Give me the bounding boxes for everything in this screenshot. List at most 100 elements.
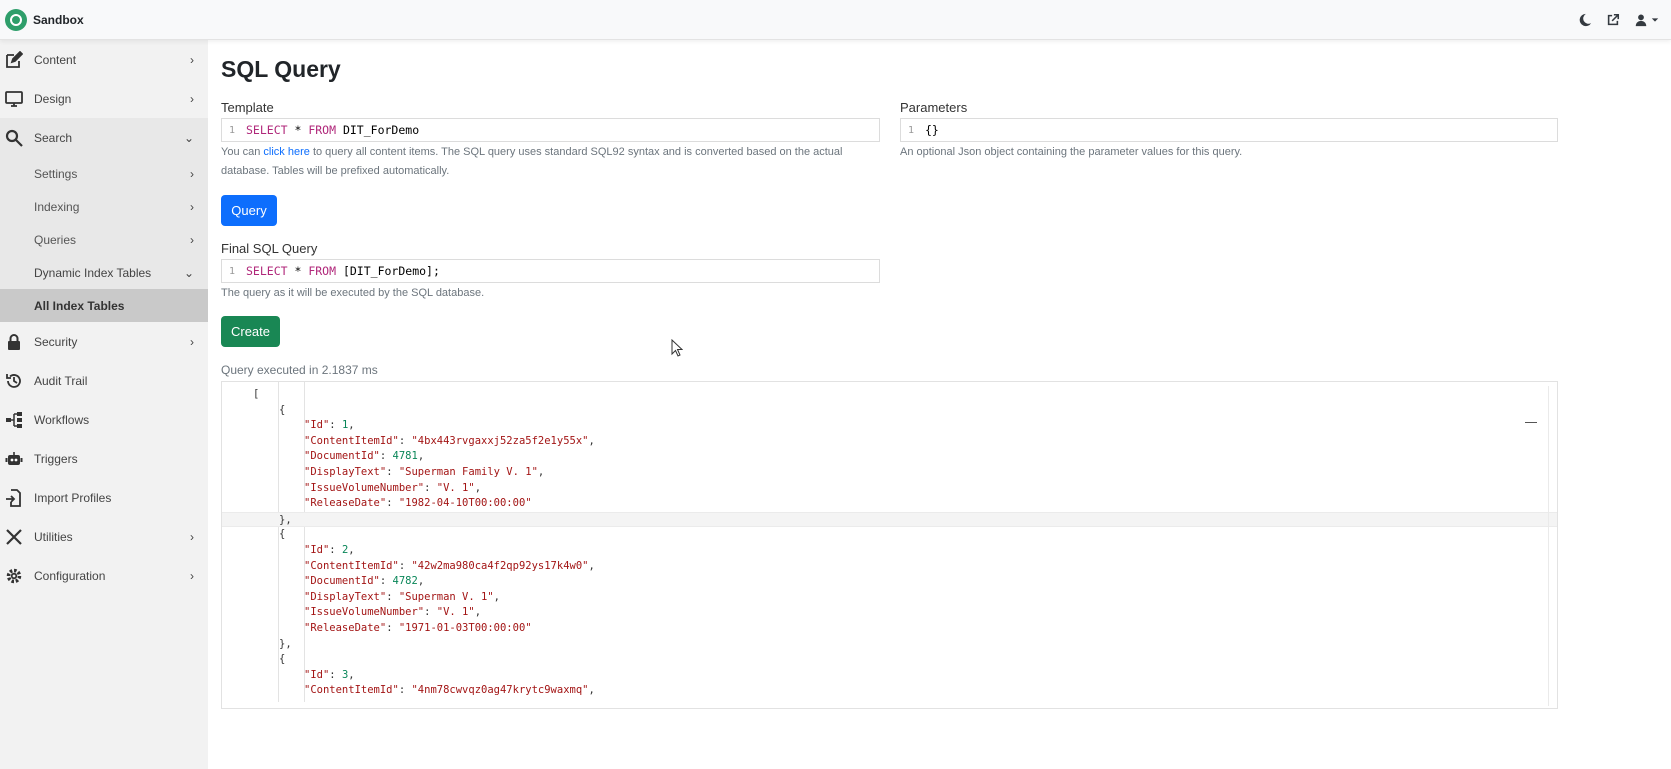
history-icon	[4, 371, 24, 391]
sidebar-item-label: Indexing	[34, 199, 80, 214]
template-label: Template	[221, 100, 274, 115]
sidebar-item-configuration[interactable]: Configuration ›	[0, 556, 208, 596]
json-field-contentitemid: "ContentItemId": "4bx443rvgaxxj52za5f2e1…	[304, 434, 595, 447]
sidebar-item-label: Audit Trail	[34, 374, 88, 388]
sidebar-item-workflows[interactable]: Workflows	[0, 400, 208, 440]
user-icon	[1635, 14, 1647, 27]
json-object-open: {	[279, 403, 286, 416]
sidebar-item-utilities[interactable]: Utilities ›	[0, 517, 208, 557]
caret-down-icon	[1651, 18, 1659, 22]
top-actions	[1578, 0, 1659, 40]
json-field-contentitemid: "ContentItemId": "42w2ma980ca4f2qp92ys17…	[304, 559, 595, 572]
sidebar-item-settings[interactable]: Settings ›	[0, 157, 208, 190]
fold-marker[interactable]	[1525, 422, 1537, 423]
chevron-right-icon: ›	[190, 569, 194, 583]
click-here-link[interactable]: click here	[263, 146, 309, 158]
line-number: 1	[907, 124, 915, 136]
chevron-right-icon: ›	[190, 92, 194, 106]
chevron-right-icon: ›	[190, 335, 194, 349]
external-link-icon[interactable]	[1606, 13, 1620, 27]
json-field-contentitemid: "ContentItemId": "4nm78cwvqz0ag47krytc9w…	[304, 684, 595, 697]
top-navbar: Sandbox	[0, 0, 1671, 40]
line-number: 1	[228, 124, 236, 136]
json-field-displaytext: "DisplayText": "Superman Family V. 1",	[304, 465, 545, 478]
sidebar-item-label: Dynamic Index Tables	[34, 265, 152, 280]
chevron-right-icon: ›	[190, 530, 194, 544]
results-json-viewer[interactable]: [ { "Id": 1, "ContentItemId": "4bx443rvgaxx…	[221, 381, 1558, 709]
sidebar-item-label: Settings	[34, 166, 78, 181]
json-field-documentid: "DocumentId": 4782,	[304, 575, 425, 588]
sidebar-item-queries[interactable]: Queries ›	[0, 223, 208, 256]
sidebar-item-security[interactable]: Security ›	[0, 322, 208, 362]
sidebar-item-label: Import Profiles	[34, 491, 112, 505]
line-number: 1	[228, 265, 236, 277]
final-sql-code: SELECT * FROM [DIT_ForDemo];	[246, 264, 440, 278]
json-field-releasedate: "ReleaseDate": "1971-01-03T00:00:00"	[304, 621, 532, 634]
sidebar-item-label: All Index Tables	[34, 298, 125, 313]
scrollbar[interactable]	[1548, 386, 1549, 706]
brand-name[interactable]: Sandbox	[33, 13, 84, 27]
json-field-id: "Id": 1,	[304, 419, 355, 432]
sidebar-item-label: Configuration	[34, 569, 106, 583]
json-field-issuevolumenumber: "IssueVolumeNumber": "V. 1",	[304, 481, 482, 494]
app-logo-icon[interactable]	[5, 8, 27, 31]
tools-icon	[4, 527, 24, 547]
final-sql-label: Final SQL Query	[221, 241, 318, 256]
sidebar-item-content[interactable]: Content ›	[0, 40, 208, 80]
chevron-right-icon: ›	[190, 199, 194, 214]
sidebar-item-dynamic-index-tables[interactable]: Dynamic Index Tables ⌄	[0, 256, 208, 289]
json-object-close: },	[279, 637, 292, 650]
sidebar-item-label: Utilities	[34, 530, 73, 544]
parameters-code[interactable]: {}	[921, 123, 939, 137]
moon-icon[interactable]	[1578, 13, 1592, 27]
json-field-id: "Id": 3,	[304, 668, 355, 681]
user-menu[interactable]	[1634, 13, 1659, 27]
edit-icon	[4, 50, 24, 70]
json-field-documentid: "DocumentId": 4781,	[304, 450, 425, 463]
parameters-editor[interactable]: 1 {}	[900, 118, 1558, 142]
sidebar-item-import-profiles[interactable]: Import Profiles	[0, 478, 208, 518]
query-exec-time: Query executed in 2.1837 ms	[221, 363, 378, 377]
sidebar-item-label: Content	[34, 53, 77, 67]
chevron-right-icon: ›	[190, 166, 194, 181]
json-field-issuevolumenumber: "IssueVolumeNumber": "V. 1",	[304, 606, 482, 619]
chevron-down-icon: ⌄	[183, 131, 194, 145]
final-sql-help-text: The query as it will be executed by the …	[221, 287, 485, 299]
robot-icon	[4, 449, 24, 469]
sidebar-item-label: Workflows	[34, 413, 90, 427]
chevron-down-icon: ⌄	[183, 265, 194, 280]
json-field-displaytext: "DisplayText": "Superman V. 1",	[304, 590, 500, 603]
json-object-open: {	[279, 528, 286, 541]
gear-icon	[4, 566, 24, 586]
sidebar-item-label: Triggers	[34, 452, 78, 466]
json-array-open: [	[253, 388, 260, 400]
template-code[interactable]: SELECT * FROM DIT_ForDemo	[242, 123, 419, 137]
sidebar: Content › Design › Search ⌄ Settings › I…	[0, 40, 208, 769]
sidebar-item-indexing[interactable]: Indexing ›	[0, 190, 208, 223]
sidebar-item-label: Design	[34, 92, 72, 106]
main-content: SQL Query Template 1 SELECT * FROM DIT_F…	[208, 40, 1671, 769]
json-lines: [ { "Id": 1, "ContentItemId": "4bx443rvgaxx…	[222, 387, 1557, 699]
mouse-cursor-icon	[671, 339, 683, 357]
template-editor[interactable]: 1 SELECT * FROM DIT_ForDemo	[221, 118, 880, 142]
json-object-open: {	[279, 653, 286, 666]
final-sql-editor[interactable]: 1 SELECT * FROM [DIT_ForDemo];	[221, 259, 880, 283]
sidebar-item-label: Queries	[34, 232, 77, 247]
sidebar-item-search[interactable]: Search ⌄	[0, 118, 208, 158]
create-button[interactable]: Create	[221, 316, 280, 347]
json-object-close: },	[222, 511, 1557, 528]
sidebar-item-all-index-tables[interactable]: All Index Tables	[0, 289, 208, 322]
workflow-icon	[4, 410, 24, 430]
sidebar-item-label: Search	[34, 131, 73, 145]
template-help-text: You can click here to query all content …	[221, 146, 843, 177]
sidebar-item-audit-trail[interactable]: Audit Trail	[0, 361, 208, 401]
sidebar-item-label: Security	[34, 335, 78, 349]
parameters-label: Parameters	[900, 100, 968, 115]
parameters-help-text: An optional Json object containing the p…	[900, 146, 1243, 158]
search-icon	[4, 128, 24, 148]
monitor-icon	[4, 89, 24, 109]
sidebar-item-design[interactable]: Design ›	[0, 79, 208, 119]
import-icon	[4, 488, 24, 508]
sidebar-item-triggers[interactable]: Triggers	[0, 439, 208, 479]
query-button[interactable]: Query	[221, 195, 277, 226]
